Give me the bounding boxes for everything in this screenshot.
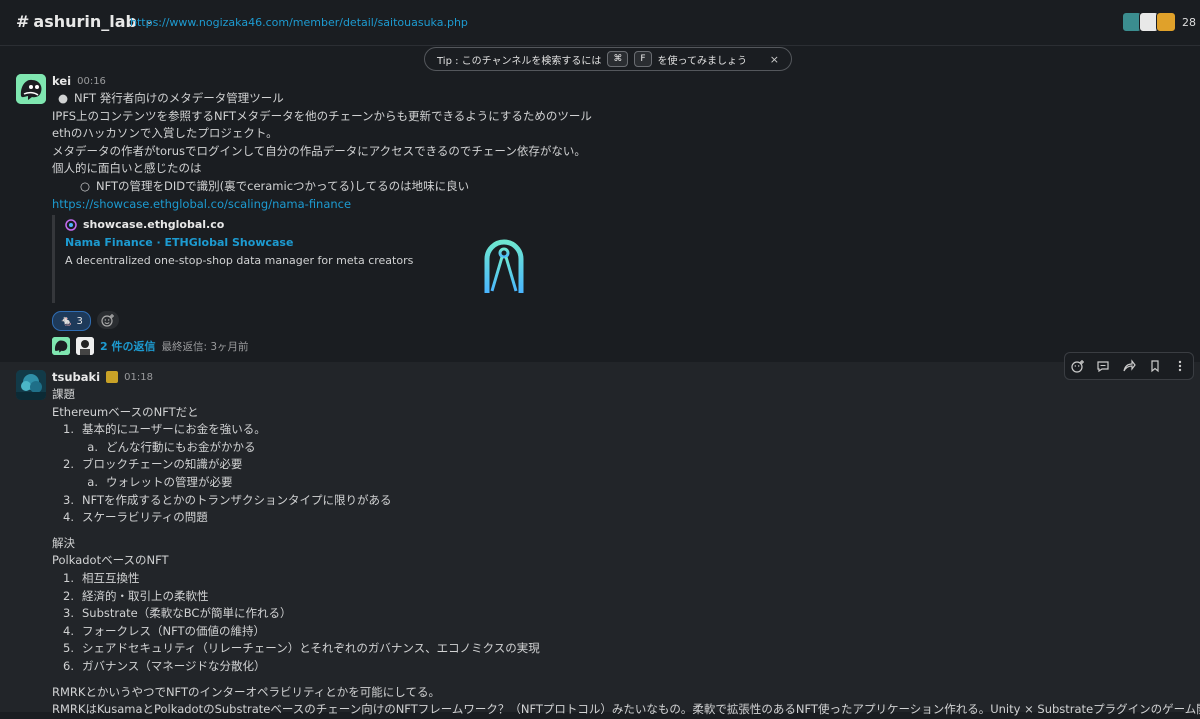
tip-suffix: を使ってみましょう — [657, 55, 748, 67]
preview-title-link[interactable]: Nama Finance · ETHGlobal Showcase — [65, 236, 532, 249]
message-line: EthereumベースのNFTだと — [52, 404, 199, 419]
section-heading: 解決 — [52, 535, 75, 550]
list-item: 基本的にユーザーにお金を強いる。 — [82, 422, 266, 437]
bullet-icon: ● — [58, 91, 69, 105]
list-item: ガバナンス（マネージドな分散化） — [82, 658, 266, 673]
link-preview: showcase.ethglobal.co Nama Finance · ETH… — [52, 215, 532, 303]
f-key: F — [634, 51, 652, 67]
site-favicon-icon — [65, 218, 77, 231]
list-item: シェアドセキュリティ（リレーチェーン）とそれぞれのガバナンス、エコノミクスの実現 — [82, 641, 540, 656]
section-heading: 課題 — [52, 387, 75, 401]
more-options-icon[interactable] — [1173, 359, 1187, 373]
bullet-icon: ○ — [80, 178, 91, 193]
message-actions-toolbar — [1064, 352, 1194, 380]
list-item: NFTを作成するとかのトランザクションタイプに限りがある — [82, 492, 392, 507]
list-item: どんな行動にもお金がかかる — [106, 439, 256, 454]
list-item: 経済的・取引上の柔軟性 — [82, 588, 209, 603]
status-emoji-icon — [106, 371, 119, 383]
member-list-button[interactable]: 28 — [1122, 12, 1196, 32]
bookmark-icon[interactable] — [1148, 359, 1162, 373]
message-body: 課題 EthereumベースのNFTだと 1. 基本的にユーザーにお金を強いる。 … — [52, 386, 1200, 719]
preview-site-name: showcase.ethglobal.co — [83, 218, 225, 231]
tip-prefix: Tip : このチャンネルを検索するには — [437, 55, 602, 67]
avatar[interactable] — [16, 74, 46, 104]
list-item: フォークレス（NFTの価値の維持） — [82, 623, 266, 638]
showcase-link[interactable]: https://showcase.ethglobal.co/scaling/na… — [52, 197, 351, 211]
add-emoji-icon — [101, 314, 114, 327]
channel-name: ashurin_lab — [33, 12, 138, 31]
message-body: ● NFT 発行者向けのメタデータ管理ツール IPFS上のコンテンツを参照するNF… — [52, 90, 1200, 213]
channel-header: # ashurin_lab ⌄ https://www.nogizaka46.c… — [0, 0, 1200, 46]
command-key: ⌘ — [607, 51, 629, 67]
reaction-emoji-icon: 🐁 — [60, 315, 73, 327]
message-line: PolkadotベースのNFT — [52, 553, 169, 568]
reply-avatar — [52, 337, 70, 355]
timestamp[interactable]: 01:18 — [124, 372, 153, 383]
share-icon[interactable] — [1122, 359, 1136, 373]
thread-replies[interactable]: 2 件の返信 最終返信: 3ヶ月前 — [52, 337, 249, 355]
compass-logo-icon — [484, 239, 524, 293]
list-item: ウォレットの管理が必要 — [106, 474, 233, 489]
message-line: RMRKはKusamaとPolkadotのSubstrateベースのチェーン向け… — [52, 702, 1200, 717]
message-line: NFT 発行者向けのメタデータ管理ツール — [74, 91, 284, 105]
timestamp[interactable]: 00:16 — [77, 76, 106, 87]
member-count: 28 — [1182, 15, 1196, 29]
reply-count-link[interactable]: 2 件の返信 — [100, 338, 155, 354]
username[interactable]: kei — [52, 74, 71, 88]
channel-topic-link[interactable]: https://www.nogizaka46.com/member/detail… — [130, 16, 468, 29]
close-icon[interactable]: × — [770, 53, 779, 66]
message-line: メタデータの作者がtorusでログインして自分の作品データにアクセスできるのでチ… — [52, 143, 586, 158]
reaction-button[interactable]: 🐁 3 — [52, 311, 91, 331]
message-line: RMRKとかいうやつでNFTのインターオペラビリティとかを可能にしてる。 — [52, 684, 440, 699]
reply-in-thread-icon[interactable] — [1096, 359, 1110, 373]
add-reaction-icon[interactable] — [1071, 359, 1085, 373]
list-item: スケーラビリティの問題 — [82, 510, 208, 525]
preview-description: A decentralized one-stop-shop data manag… — [65, 254, 414, 267]
list-item: ブロックチェーンの知識が必要 — [82, 457, 243, 472]
channel-hash: # — [16, 12, 30, 31]
avatar[interactable] — [16, 370, 46, 400]
reply-avatar — [76, 337, 94, 355]
search-tip-banner: Tip : このチャンネルを検索するには ⌘ F を使ってみましょう × — [424, 47, 792, 71]
list-item: Substrate（柔軟なBCが簡単に作れる） — [82, 606, 292, 621]
message-line: 個人的に面白いと感じたのは — [52, 161, 202, 176]
last-reply-time: 最終返信: 3ヶ月前 — [161, 340, 249, 353]
message-kei: kei 00:16 ● NFT 発行者向けのメタデータ管理ツール IPFS上のコン… — [0, 72, 1200, 362]
username[interactable]: tsubaki — [52, 370, 100, 384]
add-reaction-button[interactable] — [96, 311, 119, 329]
message-line: ethのハッカソンで入賞したプロジェクト。 — [52, 126, 278, 141]
message-line: NFTの管理をDIDで識別(裏でceramicつかってる)してるのは地味に良い — [96, 178, 470, 193]
message-tsubaki: tsubaki 01:18 課題 EthereumベースのNFTだと 1. 基本的… — [0, 352, 1200, 716]
list-item: 相互互換性 — [82, 570, 140, 585]
reaction-count: 3 — [76, 315, 83, 327]
message-line: IPFS上のコンテンツを参照するNFTメタデータを他のチェーンからも更新できるよ… — [52, 108, 592, 123]
member-avatar — [1156, 12, 1176, 32]
